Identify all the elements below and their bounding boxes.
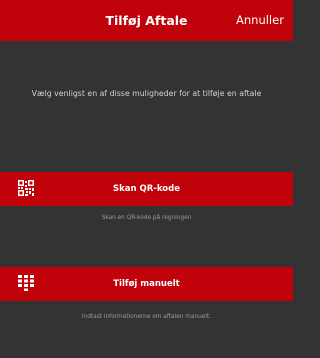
add-manually-label: Tilføj manuelt — [113, 279, 180, 289]
add-manually-caption: Indtast informationerne om aftalen manue… — [81, 314, 212, 320]
add-manually-button[interactable]: Tilføj manuelt — [0, 267, 293, 301]
intro-text: Vælg venligst en af disse muligheder for… — [31, 89, 262, 98]
scan-qr-caption: Skan en QR-kode på regningen — [101, 215, 192, 221]
scan-qr-label: Skan QR-kode — [113, 184, 180, 194]
header-bar: Tilføj Aftale Annuller — [0, 0, 293, 41]
cancel-button[interactable]: Annuller — [236, 0, 284, 41]
scan-qr-button[interactable]: Skan QR-kode — [0, 172, 293, 206]
